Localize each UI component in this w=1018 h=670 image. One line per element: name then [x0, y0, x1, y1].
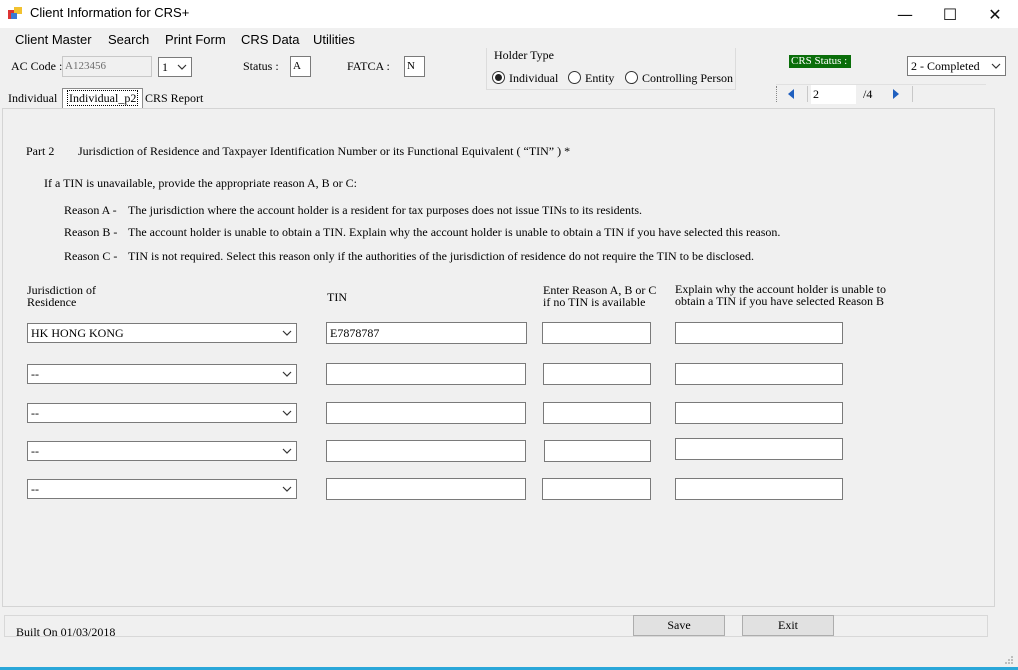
menu-crs-data[interactable]: CRS Data — [241, 32, 300, 47]
intro-text: If a TIN is unavailable, provide the app… — [44, 176, 358, 190]
maximize-button[interactable]: ☐ — [927, 0, 973, 28]
jurisdiction-value: -- — [31, 482, 39, 496]
chevron-down-icon — [991, 63, 1001, 69]
previous-page-icon[interactable] — [786, 87, 796, 101]
holder-type-individual-label[interactable]: Individual — [509, 71, 558, 86]
ac-seq-select[interactable]: 1 — [158, 57, 192, 77]
page-number-input[interactable]: 2 — [811, 85, 856, 104]
tab-crs-report[interactable]: CRS Report — [141, 89, 207, 108]
chevron-down-icon — [282, 486, 292, 492]
close-button[interactable]: ✕ — [972, 0, 1018, 28]
minimize-button[interactable]: — — [882, 0, 928, 28]
status-field[interactable]: A — [290, 56, 311, 77]
explain-input[interactable] — [675, 478, 843, 500]
jurisdiction-value: -- — [31, 367, 39, 381]
tin-input[interactable] — [326, 363, 526, 385]
jurisdiction-select[interactable]: -- — [27, 479, 297, 499]
navigator-grip — [776, 86, 778, 102]
status-label: Status : — [243, 59, 279, 73]
holder-type-controlling-person-radio[interactable] — [625, 71, 638, 84]
tab-individual-p2-label: Individual_p2 — [67, 90, 139, 106]
holder-type-title: Holder Type — [493, 48, 555, 63]
jurisdiction-select[interactable]: HK HONG KONG — [27, 323, 297, 343]
part-title: Jurisdiction of Residence and Taxpayer I… — [78, 144, 571, 158]
explain-input[interactable] — [675, 402, 843, 424]
chevron-down-icon — [177, 64, 187, 70]
reason-b-label: Reason B - — [64, 225, 118, 239]
jurisdiction-select[interactable]: -- — [27, 441, 297, 461]
explain-input[interactable] — [675, 363, 843, 385]
reason-a-label: Reason A - — [64, 203, 117, 217]
menu-print-form[interactable]: Print Form — [165, 32, 226, 47]
column-header-reason-line2: if no TIN is available — [543, 295, 646, 309]
reason-c-label: Reason C - — [64, 249, 118, 263]
holder-type-individual-radio[interactable] — [492, 71, 505, 84]
navigator-separator — [807, 86, 808, 102]
navigator-separator — [912, 86, 913, 102]
crs-status-value: 2 - Completed — [911, 59, 980, 73]
ac-code-label: AC Code : — [11, 59, 63, 73]
reason-input[interactable] — [544, 440, 651, 462]
menu-utilities[interactable]: Utilities — [313, 32, 355, 47]
explain-input[interactable] — [675, 322, 843, 344]
chevron-down-icon — [282, 371, 292, 377]
status-bar — [4, 615, 988, 637]
menu-client-master[interactable]: Client Master — [15, 32, 92, 47]
ac-code-field[interactable]: A123456 — [62, 56, 152, 77]
ac-seq-value: 1 — [162, 60, 168, 74]
jurisdiction-value: HK HONG KONG — [31, 326, 124, 340]
built-on-label: Built On 01/03/2018 — [16, 625, 116, 639]
jurisdiction-value: -- — [31, 406, 39, 420]
tin-input[interactable] — [326, 402, 526, 424]
explain-input[interactable] — [675, 438, 843, 460]
reason-a-text: The jurisdiction where the account holde… — [128, 203, 642, 217]
resize-grip-icon[interactable] — [1004, 655, 1014, 665]
fatca-field[interactable]: N — [404, 56, 425, 77]
jurisdiction-value: -- — [31, 444, 39, 458]
app-icon — [8, 7, 22, 19]
chevron-down-icon — [282, 448, 292, 454]
chevron-down-icon — [282, 410, 292, 416]
window-title: Client Information for CRS+ — [30, 5, 190, 20]
exit-button[interactable]: Exit — [742, 615, 834, 636]
part-label: Part 2 — [26, 144, 55, 158]
reason-input[interactable] — [542, 322, 651, 344]
column-header-explain: Explain why the account holder is unable… — [675, 283, 886, 307]
holder-type-entity-radio[interactable] — [568, 71, 581, 84]
menu-search[interactable]: Search — [108, 32, 149, 47]
tab-individual[interactable]: Individual — [4, 89, 61, 108]
column-header-jurisdiction: Jurisdiction of Residence — [27, 284, 96, 308]
reason-input[interactable] — [542, 478, 651, 500]
column-header-reason: Enter Reason A, B or C if no TIN is avai… — [543, 284, 656, 308]
holder-type-entity-label[interactable]: Entity — [585, 71, 614, 86]
column-header-jurisdiction-line2: Residence — [27, 295, 77, 309]
reason-b-text: The account holder is unable to obtain a… — [128, 225, 781, 239]
tin-input[interactable] — [326, 440, 526, 462]
next-page-icon[interactable] — [891, 87, 901, 101]
reason-c-text: TIN is not required. Select this reason … — [128, 249, 754, 263]
tab-individual-p2[interactable]: Individual_p2 — [62, 88, 144, 108]
crs-status-label: CRS Status : — [789, 55, 851, 68]
column-header-tin: TIN — [327, 290, 347, 304]
chevron-down-icon — [282, 330, 292, 336]
save-button[interactable]: Save — [633, 615, 725, 636]
holder-type-controlling-person-label[interactable]: Controlling Person — [642, 71, 733, 86]
page-total-label: /4 — [863, 87, 873, 101]
reason-input[interactable] — [543, 402, 651, 424]
crs-status-select[interactable]: 2 - Completed — [907, 56, 1006, 76]
fatca-label: FATCA : — [347, 59, 390, 73]
tin-input[interactable] — [326, 478, 526, 500]
column-header-explain-line2: obtain a TIN if you have selected Reason… — [675, 294, 885, 308]
reason-input[interactable] — [543, 363, 651, 385]
jurisdiction-select[interactable]: -- — [27, 403, 297, 423]
tin-input[interactable]: E7878787 — [326, 322, 527, 344]
jurisdiction-select[interactable]: -- — [27, 364, 297, 384]
